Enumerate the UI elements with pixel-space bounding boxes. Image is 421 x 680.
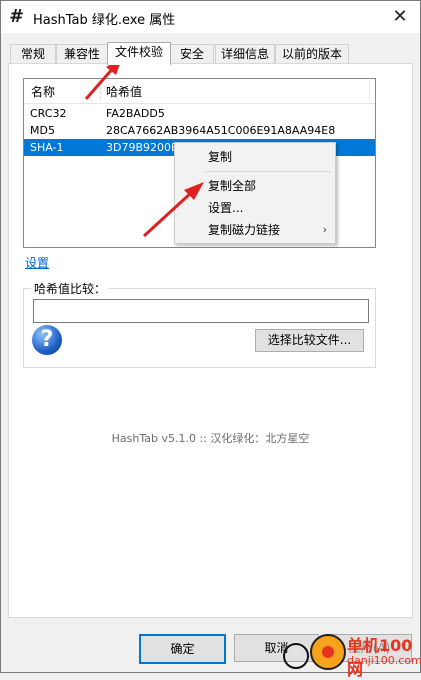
cursor-icon — [283, 643, 309, 669]
hash-name: SHA-1 — [30, 141, 64, 154]
column-divider[interactable] — [369, 81, 370, 101]
hash-name: CRC32 — [30, 107, 67, 120]
hash-value: FA2BADD5 — [106, 107, 165, 120]
tab-file-hashes[interactable]: 文件校验 — [107, 42, 171, 65]
hashtab-app-icon: # — [9, 6, 22, 27]
help-icon[interactable]: ? — [32, 325, 62, 355]
tab-details[interactable]: 详细信息 — [215, 44, 275, 64]
hash-value: 28CA7662AB3964A51C006E91A8AA94E8 — [106, 124, 336, 137]
select-compare-file-button[interactable]: 选择比较文件... — [255, 329, 364, 352]
list-header: 名称 哈希值 — [24, 79, 375, 104]
submenu-arrow-icon: › — [322, 223, 327, 236]
version-credit: HashTab v5.1.0 :: 汉化绿化：北方星空 — [111, 432, 310, 445]
ok-button[interactable]: 确定 — [139, 634, 226, 664]
hash-compare-label: 哈希值比较： — [31, 280, 110, 297]
title-bar: # HashTab 绿化.exe 属性 ✕ — [1, 1, 420, 33]
table-row[interactable]: CRC32 FA2BADD5 — [24, 105, 375, 122]
tab-general[interactable]: 常规 — [10, 44, 56, 64]
site-watermark: 单机100网 danji100.com — [310, 632, 421, 679]
table-row[interactable]: MD5 28CA7662AB3964A51C006E91A8AA94E8 — [24, 122, 375, 139]
column-header-name[interactable]: 名称 — [31, 83, 55, 100]
tab-previous-versions[interactable]: 以前的版本 — [275, 44, 349, 64]
menu-item-copy[interactable]: 复制 — [175, 146, 335, 168]
close-icon[interactable]: ✕ — [380, 1, 420, 33]
annotation-arrow-icon — [142, 182, 204, 238]
menu-separator — [205, 171, 331, 172]
watermark-logo-icon — [310, 634, 346, 670]
tab-security[interactable]: 安全 — [170, 44, 214, 64]
window-title: HashTab 绿化.exe 属性 — [33, 13, 176, 28]
hash-compare-input[interactable] — [33, 299, 369, 323]
watermark-url: danji100.com — [347, 654, 421, 667]
hash-name: MD5 — [30, 124, 55, 137]
settings-link[interactable]: 设置 — [25, 254, 49, 271]
